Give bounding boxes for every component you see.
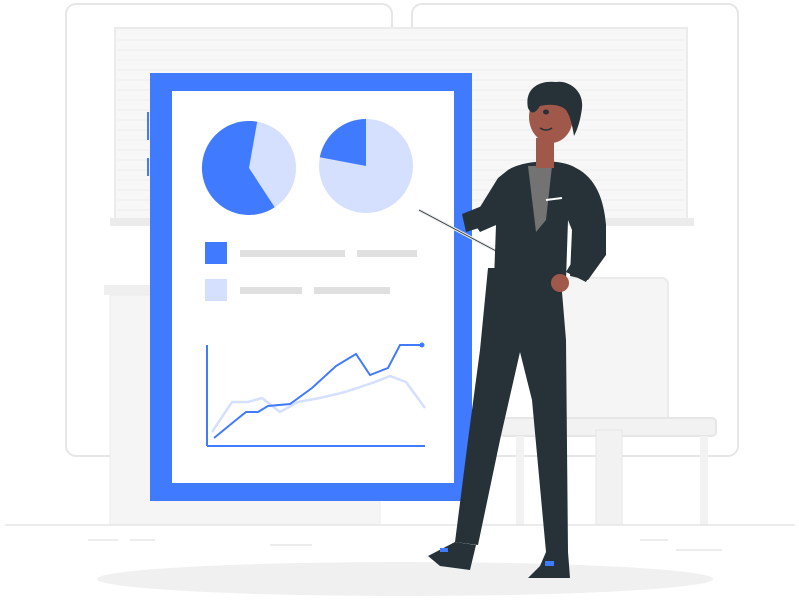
legend-bar — [240, 250, 345, 257]
right-hand — [551, 274, 569, 292]
legend-bar — [357, 250, 417, 257]
floor-shadow — [97, 562, 713, 596]
floor-dashes — [88, 539, 722, 551]
legend-swatch-light — [205, 279, 227, 301]
legend-swatch-dark — [205, 242, 227, 264]
presentation-board — [147, 73, 472, 501]
legend-bar — [314, 287, 390, 294]
pie-chart-left — [201, 120, 296, 215]
presentation-illustration — [5, 3, 795, 596]
legend-bar — [240, 287, 302, 294]
pie-chart-right — [319, 118, 413, 213]
